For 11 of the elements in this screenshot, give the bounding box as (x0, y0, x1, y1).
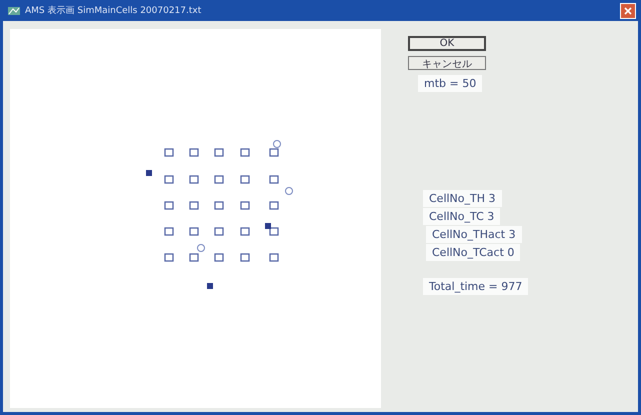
counter-label: CellNo_TC 3 (423, 208, 500, 225)
counter-label: CellNo_TH 3 (423, 190, 502, 207)
mtb-label: mtb = 50 (418, 75, 482, 92)
close-icon[interactable] (620, 2, 636, 18)
counter-label: CellNo_TCact 0 (426, 244, 520, 261)
ok-button[interactable]: OK (408, 36, 486, 51)
cancel-button[interactable]: キャンセル (408, 56, 486, 70)
counter-label: CellNo_THact 3 (426, 226, 522, 243)
app-icon (7, 4, 21, 16)
window-title: AMS 表示画 SimMainCells 20070217.txt (25, 4, 202, 17)
total-time-label: Total_time = 977 (423, 278, 528, 295)
